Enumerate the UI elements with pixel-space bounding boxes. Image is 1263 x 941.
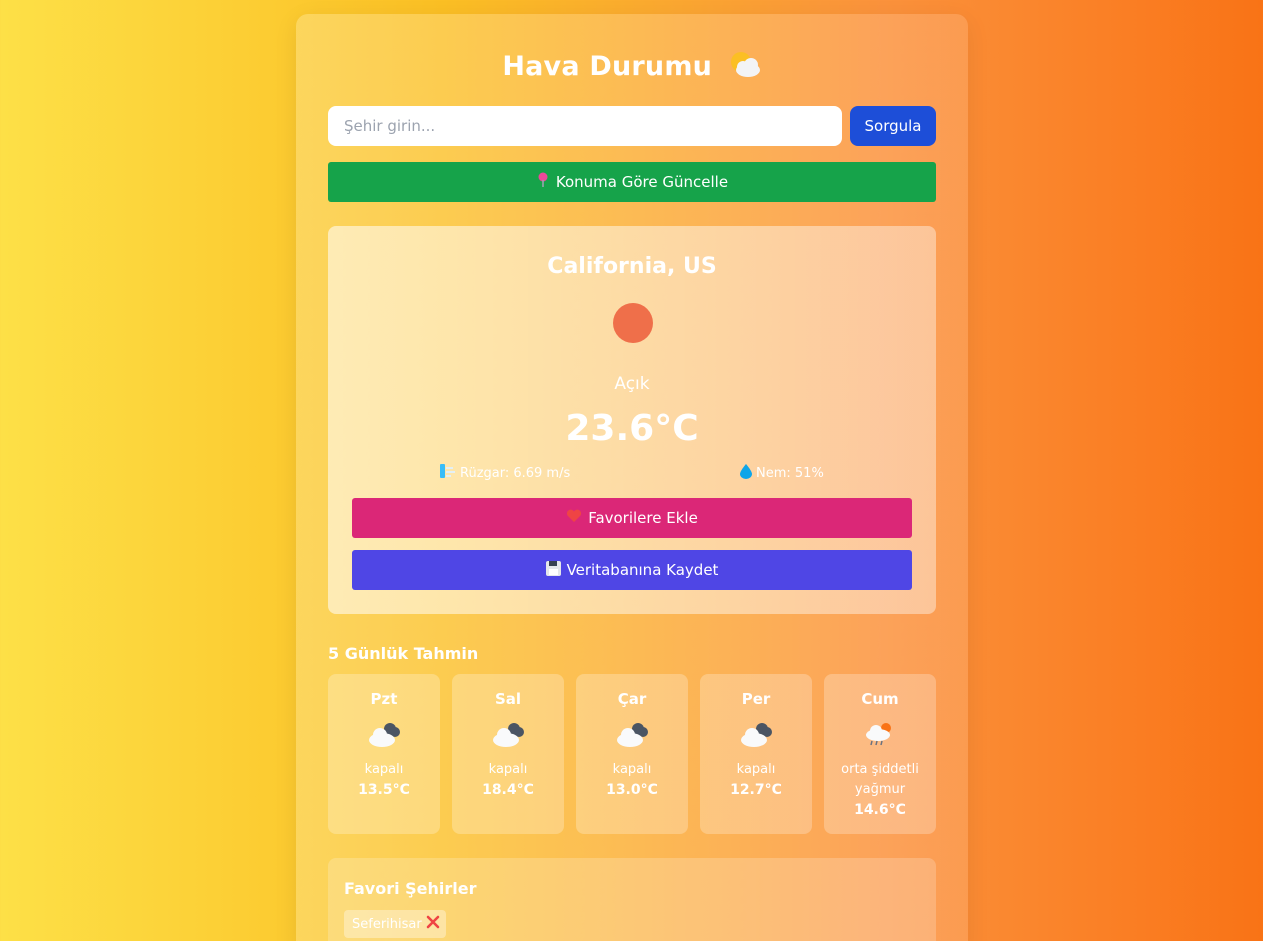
forecast-day-card: Cum orta şiddetli yağmur 14.6°C <box>824 674 936 834</box>
forecast-temperature: 14.6°C <box>854 802 906 818</box>
current-weather-panel: California, US Açık 23.6°C Rüzgar: 6.69 … <box>328 226 936 614</box>
humidity-info: Nem: 51% <box>740 464 824 483</box>
forecast-temperature: 12.7°C <box>730 782 782 798</box>
add-to-favorites-button[interactable]: Favorilere Ekle <box>352 498 912 538</box>
forecast-description: kapalı <box>488 762 528 777</box>
city-name: California, US <box>547 254 717 279</box>
forecast-day-name: Per <box>741 690 771 708</box>
save-button-label: Veritabanına Kaydet <box>566 561 719 579</box>
wind-icon <box>440 464 456 482</box>
cloudy-icon <box>614 719 650 749</box>
favorites-title: Favori Şehirler <box>344 879 477 898</box>
forecast-day-name: Sal <box>494 690 522 708</box>
forecast-temperature: 13.5°C <box>358 782 410 798</box>
city-search-input[interactable] <box>328 106 842 146</box>
cloudy-icon <box>490 719 526 749</box>
weather-card: Hava Durumu Sorgula Konuma Göre Güncelle… <box>296 14 968 941</box>
wind-text: Rüzgar: 6.69 m/s <box>460 465 571 481</box>
forecast-list: Pzt kapalı 13.5°C Sal kapalı 18.4°C Çar … <box>328 674 936 834</box>
forecast-day-card: Sal kapalı 18.4°C <box>452 674 564 834</box>
current-temperature: 23.6°C <box>565 408 699 449</box>
rain-icon <box>862 719 898 749</box>
heart-icon <box>566 509 582 527</box>
wind-info: Rüzgar: 6.69 m/s <box>440 464 570 482</box>
forecast-day-name: Çar <box>617 690 647 708</box>
forecast-day-card: Per kapalı 12.7°C <box>700 674 812 834</box>
forecast-description: kapalı <box>736 762 776 777</box>
app-title-text: Hava Durumu <box>502 51 713 82</box>
favorites-button-label: Favorilere Ekle <box>588 509 698 527</box>
sun-icon <box>613 303 653 343</box>
update-by-location-button[interactable]: Konuma Göre Güncelle <box>328 162 936 202</box>
forecast-description: kapalı <box>612 762 652 777</box>
favorite-city-name: Seferihisar <box>352 916 422 932</box>
forecast-day-name: Cum <box>861 690 899 708</box>
forecast-day-card: Pzt kapalı 13.5°C <box>328 674 440 834</box>
forecast-description: orta şiddetli yağmur <box>841 762 919 797</box>
forecast-title: 5 Günlük Tahmin <box>328 644 479 663</box>
remove-favorite-icon[interactable] <box>426 915 440 933</box>
floppy-disk-icon <box>545 560 561 580</box>
favorite-city-chip[interactable]: Seferihisar <box>344 910 446 938</box>
pin-icon <box>536 172 550 192</box>
forecast-temperature: 13.0°C <box>606 782 658 798</box>
droplet-icon <box>740 464 752 483</box>
app-title: Hava Durumu <box>296 50 968 82</box>
humidity-text: Nem: 51% <box>756 466 824 481</box>
forecast-day-name: Pzt <box>370 690 398 708</box>
cloudy-icon <box>366 719 402 749</box>
forecast-day-card: Çar kapalı 13.0°C <box>576 674 688 834</box>
weather-description: Açık <box>614 374 650 394</box>
favorite-cities-panel: Favori Şehirler Seferihisar <box>328 858 936 941</box>
forecast-description: kapalı <box>364 762 404 777</box>
location-button-label: Konuma Göre Güncelle <box>555 173 729 191</box>
cloudy-icon <box>738 719 774 749</box>
save-to-database-button[interactable]: Veritabanına Kaydet <box>352 550 912 590</box>
search-button[interactable]: Sorgula <box>850 106 936 146</box>
sun-cloud-icon <box>728 50 762 78</box>
forecast-temperature: 18.4°C <box>482 782 534 798</box>
